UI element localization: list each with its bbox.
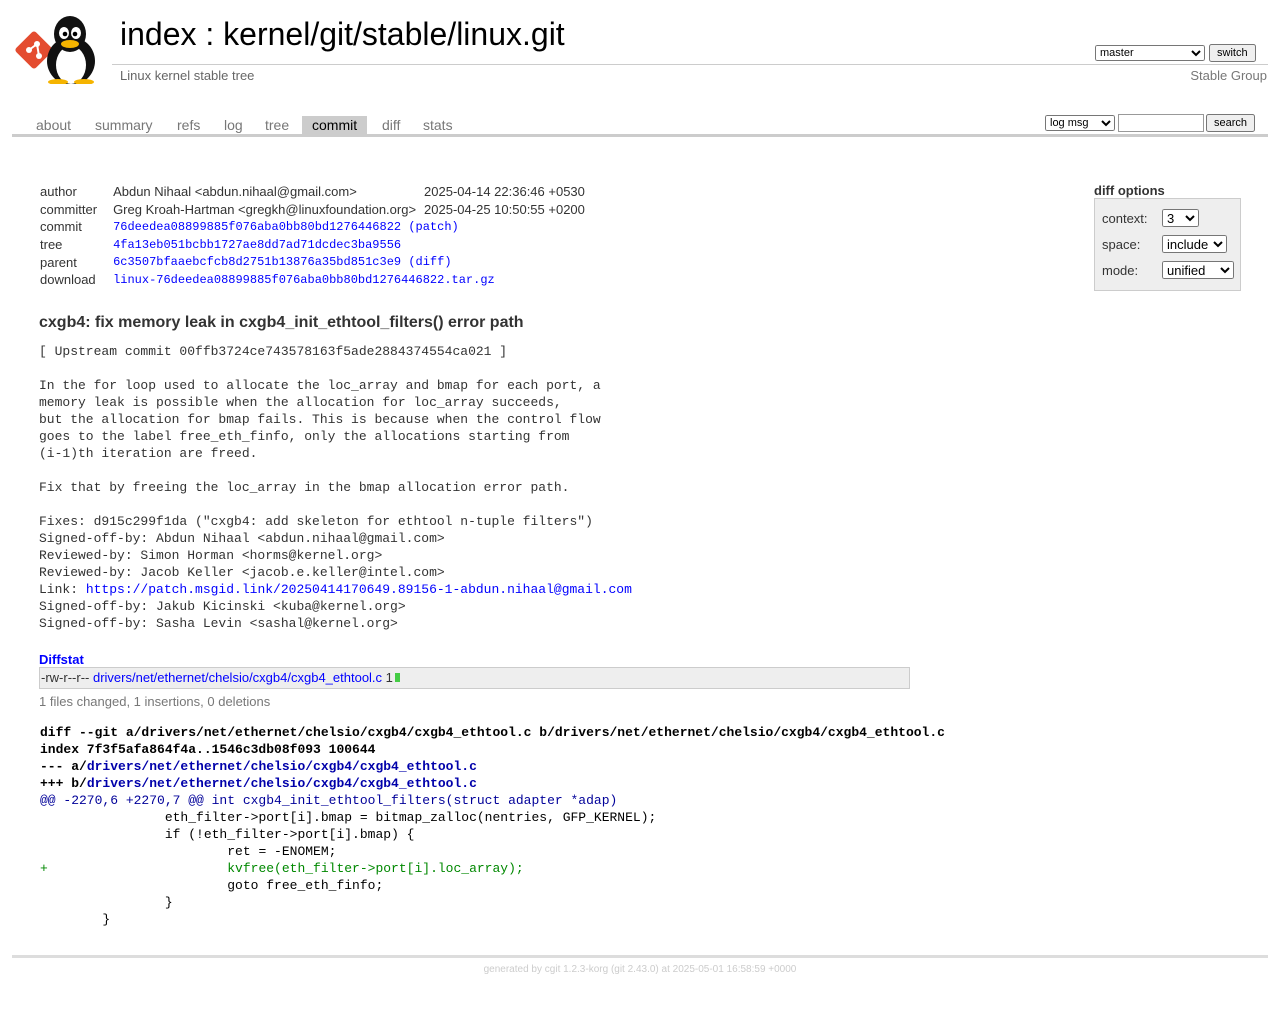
diff-added-line: + kvfree(eth_filter->port[i].loc_array); (40, 861, 524, 876)
committer-value: Greg Kroah-Hartman <gregkh@linuxfoundati… (113, 201, 417, 217)
footer-divider (12, 955, 1268, 958)
tree-label: tree (40, 237, 63, 253)
diff-new-file-line: +++ b/drivers/net/ethernet/chelsio/cxgb4… (40, 775, 945, 792)
footer-prefix: generated by (483, 964, 545, 975)
diffstat-file-link[interactable]: drivers/net/ethernet/chelsio/cxgb4/cxgb4… (93, 670, 382, 685)
diff-lines: eth_filter->port[i].bmap = bitmap_zalloc… (40, 809, 945, 928)
message-body: [ Upstream commit 00ffb3724ce743578163f5… (39, 344, 601, 597)
page-title: index : kernel/git/stable/linux.git (120, 16, 565, 53)
diff-old-file-line: --- a/drivers/net/ethernet/chelsio/cxgb4… (40, 758, 945, 775)
switch-button[interactable]: switch (1209, 44, 1256, 62)
commit-subject: cxgb4: fix memory leak in cxgb4_init_eth… (39, 314, 524, 331)
context-label: context: (1102, 211, 1148, 226)
space-select[interactable]: include (1162, 235, 1227, 253)
title-separator: : (196, 16, 224, 52)
old-prefix: --- a/ (40, 759, 87, 774)
diff-context-line: ret = -ENOMEM; (40, 844, 337, 859)
parent-diff-link[interactable]: (diff) (408, 255, 451, 269)
commit-message: [ Upstream commit 00ffb3724ce743578163f5… (39, 343, 632, 632)
message-trailers: Signed-off-by: Jakub Kicinski <kuba@kern… (39, 599, 406, 631)
diffstat-link[interactable]: Diffstat (39, 652, 84, 667)
download-label: download (40, 272, 96, 288)
parent-hash-link[interactable]: 6c3507bfaaebcfcb8d2751b13876a35bd851c3e9 (113, 255, 401, 269)
footer: generated by cgit 1.2.3-korg (git 2.43.0… (0, 964, 1280, 975)
repo-description: Linux kernel stable tree (120, 68, 255, 83)
index-link[interactable]: index (120, 16, 197, 52)
search-button[interactable]: search (1206, 114, 1256, 132)
diffstat-count: 1 (385, 670, 393, 685)
committer-label: committer (40, 201, 98, 217)
download-link[interactable]: linux-76deedea08899885f076aba0bb80bd1276… (113, 273, 495, 287)
space-label: space: (1102, 237, 1141, 252)
parent-row: parent 6c3507bfaaebcfcb8d2751b13876a35bd… (36, 253, 589, 271)
logo-image (15, 16, 95, 85)
diff-context-line: } (40, 912, 111, 927)
diff-options-panel: context: 3 space: include mode: unified (1094, 198, 1241, 291)
context-select[interactable]: 3 (1162, 209, 1199, 227)
tree-hash-link[interactable]: 4fa13eb051bcbb1727ae8dd7ad71dcdec3ba9556 (113, 238, 401, 252)
tab-diff[interactable]: diff (372, 116, 410, 134)
old-file-link[interactable]: drivers/net/ethernet/chelsio/cxgb4/cxgb4… (87, 759, 477, 774)
diff-context-line: if (!eth_filter->port[i].bmap) { (40, 827, 415, 842)
cgit-link[interactable]: cgit 1.2.3-korg (545, 964, 608, 975)
repo-owner: Stable Group (1190, 68, 1267, 83)
tab-refs[interactable]: refs (167, 116, 210, 134)
tab-about[interactable]: about (26, 116, 81, 134)
diff-git-line: diff --git a/drivers/net/ethernet/chelsi… (40, 725, 945, 740)
cgit-logo[interactable] (14, 12, 110, 85)
branch-select[interactable]: master (1095, 45, 1205, 61)
diff-context-line: eth_filter->port[i].bmap = bitmap_zalloc… (40, 810, 657, 825)
author-row: author Abdun Nihaal <abdun.nihaal@gmail.… (36, 183, 589, 201)
diffstat-table: -rw-r--r-- drivers/net/ethernet/chelsio/… (39, 667, 910, 689)
search-input[interactable] (1118, 114, 1204, 132)
diff-context-line: } (40, 895, 173, 910)
repo-link[interactable]: kernel/git/stable/linux.git (223, 16, 565, 52)
commit-row: commit 76deedea08899885f076aba0bb80bd127… (36, 218, 589, 236)
mode-label: mode: (1102, 263, 1139, 278)
tab-summary[interactable]: summary (85, 116, 163, 134)
committer-date: 2025-04-25 10:50:55 +0200 (424, 201, 585, 217)
author-label: author (40, 184, 77, 200)
commit-hash-link[interactable]: 76deedea08899885f076aba0bb80bd1276446822 (113, 220, 401, 234)
header-divider (112, 64, 1268, 65)
diffstat-summary: 1 files changed, 1 insertions, 0 deletio… (39, 694, 271, 709)
diff-options-title: diff options (1094, 183, 1165, 198)
commit-info-table: author Abdun Nihaal <abdun.nihaal@gmail.… (36, 183, 589, 289)
diff-context-line: goto free_eth_finfo; (40, 878, 384, 893)
tab-tree[interactable]: tree (255, 116, 299, 134)
new-file-link[interactable]: drivers/net/ethernet/chelsio/cxgb4/cxgb4… (87, 776, 477, 791)
new-prefix: +++ b/ (40, 776, 87, 791)
author-date: 2025-04-14 22:36:46 +0530 (424, 184, 585, 200)
patch-link[interactable]: (patch) (408, 220, 458, 234)
tab-log[interactable]: log (214, 116, 253, 134)
search-type-select[interactable]: log msg (1045, 115, 1115, 131)
diffstat-header[interactable]: Diffstat (39, 652, 84, 667)
tree-row: tree 4fa13eb051bcbb1727ae8dd7ad71dcdec3b… (36, 236, 589, 254)
file-mode: -rw-r--r-- (41, 670, 90, 685)
message-link[interactable]: https://patch.msgid.link/20250414170649.… (86, 582, 632, 597)
diffstat-bar (394, 673, 400, 682)
diff-index-line: index 7f3f5afa864f4a..1546c3db08f093 100… (40, 742, 376, 757)
footer-git-version: (git 2.43.0) (610, 964, 659, 975)
download-row: download linux-76deedea08899885f076aba0b… (36, 271, 589, 289)
mode-select[interactable]: unified (1162, 261, 1234, 279)
committer-row: committer Greg Kroah-Hartman <gregkh@lin… (36, 201, 589, 219)
tab-stats[interactable]: stats (413, 116, 463, 134)
tab-commit[interactable]: commit (302, 116, 368, 134)
parent-label: parent (40, 254, 77, 270)
diff-hunk-header: @@ -2270,6 +2270,7 @@ int cxgb4_init_eth… (40, 793, 618, 808)
diff-view: diff --git a/drivers/net/ethernet/chelsi… (40, 724, 945, 928)
footer-timestamp: at 2025-05-01 16:58:59 +0000 (658, 964, 797, 975)
commit-label: commit (40, 219, 82, 235)
author-value: Abdun Nihaal <abdun.nihaal@gmail.com> (113, 184, 357, 200)
